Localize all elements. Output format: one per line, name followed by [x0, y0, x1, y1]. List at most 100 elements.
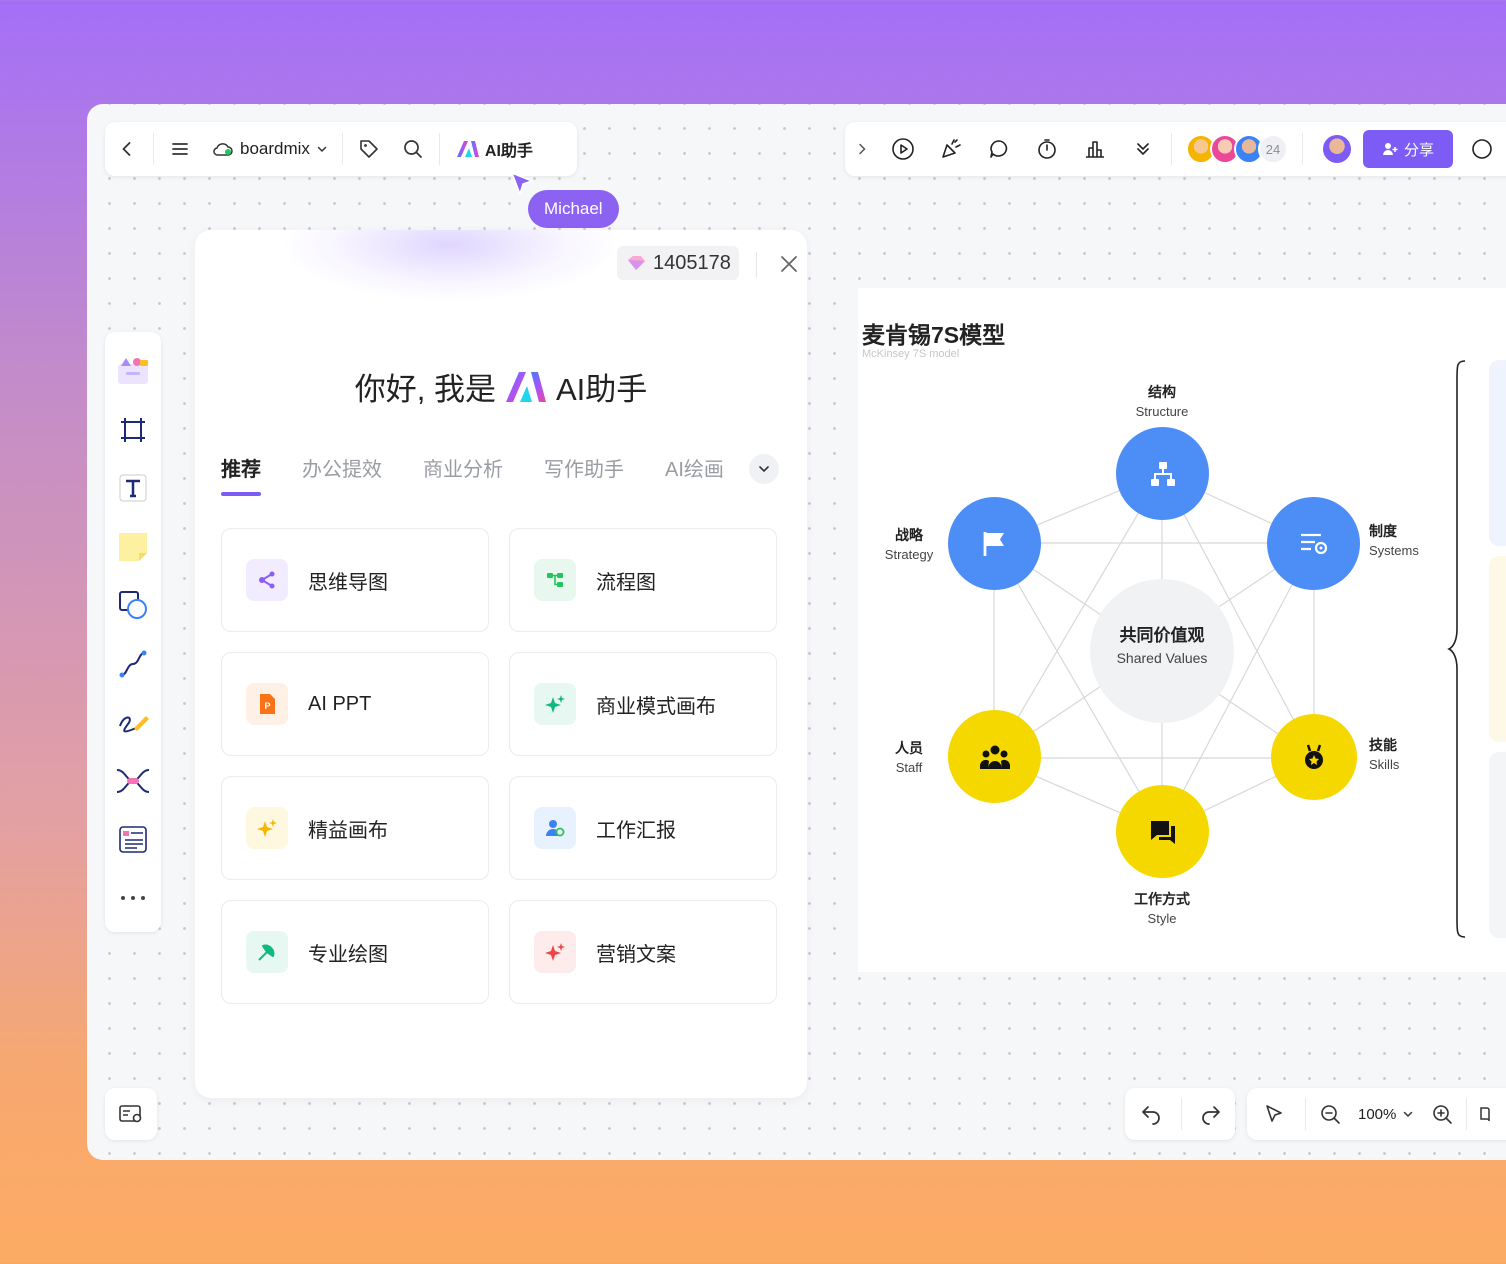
- book-button[interactable]: [1471, 1092, 1506, 1136]
- app-window: boardmix AI助手 Michael 24 分享 1405178 你好, …: [87, 104, 1506, 1160]
- chevron-down-icon: [1404, 1111, 1413, 1118]
- tab-ai-painting[interactable]: AI绘画: [665, 450, 724, 490]
- tab-writing[interactable]: 写作助手: [544, 450, 624, 490]
- redo-button[interactable]: [1186, 1092, 1235, 1136]
- label-zh: 技能: [1369, 737, 1397, 753]
- tabs-expand-button[interactable]: [749, 454, 779, 484]
- template-icon: [118, 358, 148, 385]
- menu-icon: [172, 143, 188, 155]
- pen-icon: [119, 716, 149, 733]
- label-zh: 人员: [895, 740, 923, 756]
- cursor-pointer-icon: [511, 172, 533, 195]
- tab-office[interactable]: 办公提效: [302, 450, 382, 490]
- card-flowchart[interactable]: 流程图: [509, 528, 777, 632]
- text-tool[interactable]: [111, 459, 155, 518]
- card-business-model-canvas[interactable]: 商业模式画布: [509, 652, 777, 756]
- add-user-icon: [1382, 143, 1398, 155]
- pointer-icon: [1266, 1105, 1282, 1122]
- greeting-prefix: 你好, 我是: [354, 372, 496, 407]
- mindmap-tool[interactable]: [111, 752, 155, 811]
- frame-icon: [121, 417, 145, 442]
- zoom-out-icon: [1321, 1105, 1340, 1124]
- help-button[interactable]: [1467, 127, 1497, 171]
- celebrate-button[interactable]: [927, 127, 975, 171]
- collaborator-avatars[interactable]: 24: [1176, 134, 1298, 164]
- style-node[interactable]: [1116, 785, 1209, 878]
- systems-node[interactable]: [1267, 497, 1360, 590]
- tag-button[interactable]: [347, 127, 391, 171]
- table-tool[interactable]: [111, 810, 155, 869]
- card-work-report[interactable]: 工作汇报: [509, 776, 777, 880]
- card-label: 精益画布: [308, 819, 388, 842]
- more-tools-button[interactable]: [1119, 127, 1167, 171]
- present-button[interactable]: [879, 127, 927, 171]
- credits-value: 1405178: [653, 251, 731, 274]
- party-popper-icon: [942, 139, 961, 158]
- credits-badge[interactable]: 1405178: [617, 246, 739, 280]
- tab-recommended[interactable]: 推荐: [221, 450, 261, 496]
- structure-node[interactable]: [1116, 427, 1209, 520]
- systems-label: 制度 Systems: [1369, 521, 1449, 561]
- strategy-label: 战略 Strategy: [874, 525, 944, 565]
- search-button[interactable]: [391, 127, 435, 171]
- staff-node[interactable]: [948, 710, 1041, 803]
- minimap-icon: [119, 1105, 142, 1123]
- close-icon: [781, 256, 797, 272]
- card-marketing-copy[interactable]: 营销文案: [509, 900, 777, 1004]
- template-tool[interactable]: [111, 342, 155, 401]
- zoom-level-dropdown[interactable]: 100%: [1350, 1106, 1422, 1123]
- card-lean-canvas[interactable]: 精益画布: [221, 776, 489, 880]
- document-icon: [119, 826, 147, 854]
- strategy-node[interactable]: [948, 497, 1041, 590]
- structure-label: 结构 Structure: [1122, 382, 1202, 422]
- timer-button[interactable]: [1023, 127, 1071, 171]
- play-icon: [892, 138, 914, 160]
- sticky-note-tool[interactable]: [111, 518, 155, 577]
- ai-assistant-label: AI助手: [484, 143, 533, 160]
- vote-button[interactable]: [1071, 127, 1119, 171]
- label-en: Style: [1147, 911, 1177, 926]
- card-pro-drawing[interactable]: 专业绘图: [221, 900, 489, 1004]
- file-name-dropdown[interactable]: boardmix: [202, 139, 338, 159]
- skills-node[interactable]: [1271, 714, 1357, 800]
- side-card[interactable]: [1489, 752, 1506, 938]
- ai-assistant-button[interactable]: AI助手: [444, 137, 545, 161]
- menu-button[interactable]: [158, 127, 202, 171]
- template-grid: 思维导图 流程图 P AI PPT 商业模式画布 精益画布 工作汇报 专业绘图 …: [221, 528, 777, 1004]
- center-node-label: 共同价值观 Shared Values: [1090, 626, 1234, 668]
- comment-button[interactable]: [975, 127, 1023, 171]
- card-label: 工作汇报: [596, 819, 676, 842]
- file-name: boardmix: [240, 139, 310, 158]
- zoom-level: 100%: [1358, 1105, 1397, 1123]
- zoom-controls: 100%: [1247, 1088, 1506, 1140]
- zoom-out-button[interactable]: [1310, 1092, 1350, 1136]
- more-tools-button[interactable]: [111, 869, 155, 928]
- back-button[interactable]: [105, 127, 149, 171]
- divider: [341, 133, 343, 165]
- help-icon: [1472, 139, 1492, 159]
- card-label: 商业模式画布: [596, 695, 716, 718]
- undo-button[interactable]: [1125, 1092, 1177, 1136]
- close-button[interactable]: [775, 250, 803, 278]
- pen-tool[interactable]: [111, 693, 155, 752]
- minimap-button[interactable]: [105, 1088, 157, 1140]
- label-en: Strategy: [884, 547, 934, 562]
- top-left-toolbar: boardmix AI助手: [105, 122, 577, 176]
- connector-tool[interactable]: [111, 635, 155, 694]
- current-user-avatar[interactable]: [1321, 133, 1353, 165]
- select-tool-button[interactable]: [1247, 1092, 1301, 1136]
- shape-tool[interactable]: [111, 576, 155, 635]
- zoom-in-button[interactable]: [1422, 1092, 1462, 1136]
- card-mindmap[interactable]: 思维导图: [221, 528, 489, 632]
- side-card[interactable]: [1489, 360, 1506, 546]
- collapse-button[interactable]: [845, 127, 879, 171]
- side-card[interactable]: [1489, 556, 1506, 742]
- card-ai-ppt[interactable]: P AI PPT: [221, 652, 489, 756]
- more-horizontal-icon: [121, 895, 145, 900]
- center-label-en: Shared Values: [1116, 650, 1208, 666]
- whiteboard-frame[interactable]: 麦肯锡7S模型 McKinsey 7S model 共同价值观 Shared V…: [858, 288, 1506, 972]
- frame-tool[interactable]: [111, 401, 155, 460]
- share-button[interactable]: 分享: [1363, 130, 1453, 168]
- card-label: 专业绘图: [308, 943, 388, 966]
- tab-business[interactable]: 商业分析: [423, 450, 503, 490]
